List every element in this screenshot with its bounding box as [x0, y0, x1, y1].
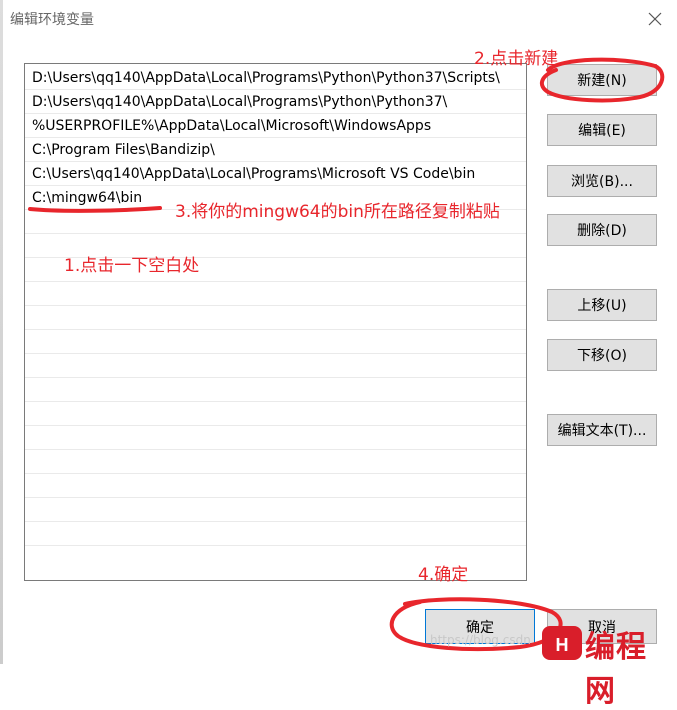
list-empty-row[interactable]: [25, 498, 526, 522]
list-item[interactable]: D:\Users\qq140\AppData\Local\Programs\Py…: [25, 90, 526, 114]
edit-text-button[interactable]: 编辑文本(T)...: [547, 414, 657, 446]
list-empty-row[interactable]: [25, 282, 526, 306]
list-empty-row[interactable]: [25, 306, 526, 330]
list-empty-row[interactable]: [25, 522, 526, 546]
list-empty-row[interactable]: [25, 474, 526, 498]
annotation-step-4: 4.确定: [418, 565, 469, 585]
list-empty-row[interactable]: [25, 426, 526, 450]
close-icon: [648, 12, 662, 26]
window-left-edge: [0, 0, 3, 664]
browse-button[interactable]: 浏览(B)...: [547, 165, 657, 197]
list-item[interactable]: C:\Program Files\Bandizip\: [25, 138, 526, 162]
new-button[interactable]: 新建(N): [547, 64, 657, 96]
watermark-site-text: https://blog.csdn: [430, 633, 531, 647]
list-empty-row[interactable]: [25, 450, 526, 474]
list-empty-row[interactable]: [25, 330, 526, 354]
annotation-step-2: 2.点击新建: [474, 49, 559, 69]
close-button[interactable]: [640, 4, 670, 34]
move-up-button[interactable]: 上移(U): [547, 289, 657, 321]
annotation-step-1: 1.点击一下空白处: [64, 256, 200, 276]
list-item[interactable]: D:\Users\qq140\AppData\Local\Programs\Py…: [25, 66, 526, 90]
delete-button[interactable]: 删除(D): [547, 214, 657, 246]
list-item[interactable]: %USERPROFILE%\AppData\Local\Microsoft\Wi…: [25, 114, 526, 138]
list-empty-row[interactable]: [25, 354, 526, 378]
site-logo-text: 编程网: [585, 630, 647, 709]
list-empty-row[interactable]: [25, 378, 526, 402]
annotation-step-3: 3.将你的mingw64的bin所在路径复制粘贴: [175, 202, 500, 222]
svg-text:H: H: [556, 635, 569, 655]
list-empty-row[interactable]: [25, 402, 526, 426]
list-item[interactable]: C:\Users\qq140\AppData\Local\Programs\Mi…: [25, 162, 526, 186]
path-list[interactable]: D:\Users\qq140\AppData\Local\Programs\Py…: [24, 63, 527, 581]
move-down-button[interactable]: 下移(O): [547, 339, 657, 371]
edit-button[interactable]: 编辑(E): [547, 114, 657, 146]
window-title: 编辑环境变量: [10, 12, 94, 28]
